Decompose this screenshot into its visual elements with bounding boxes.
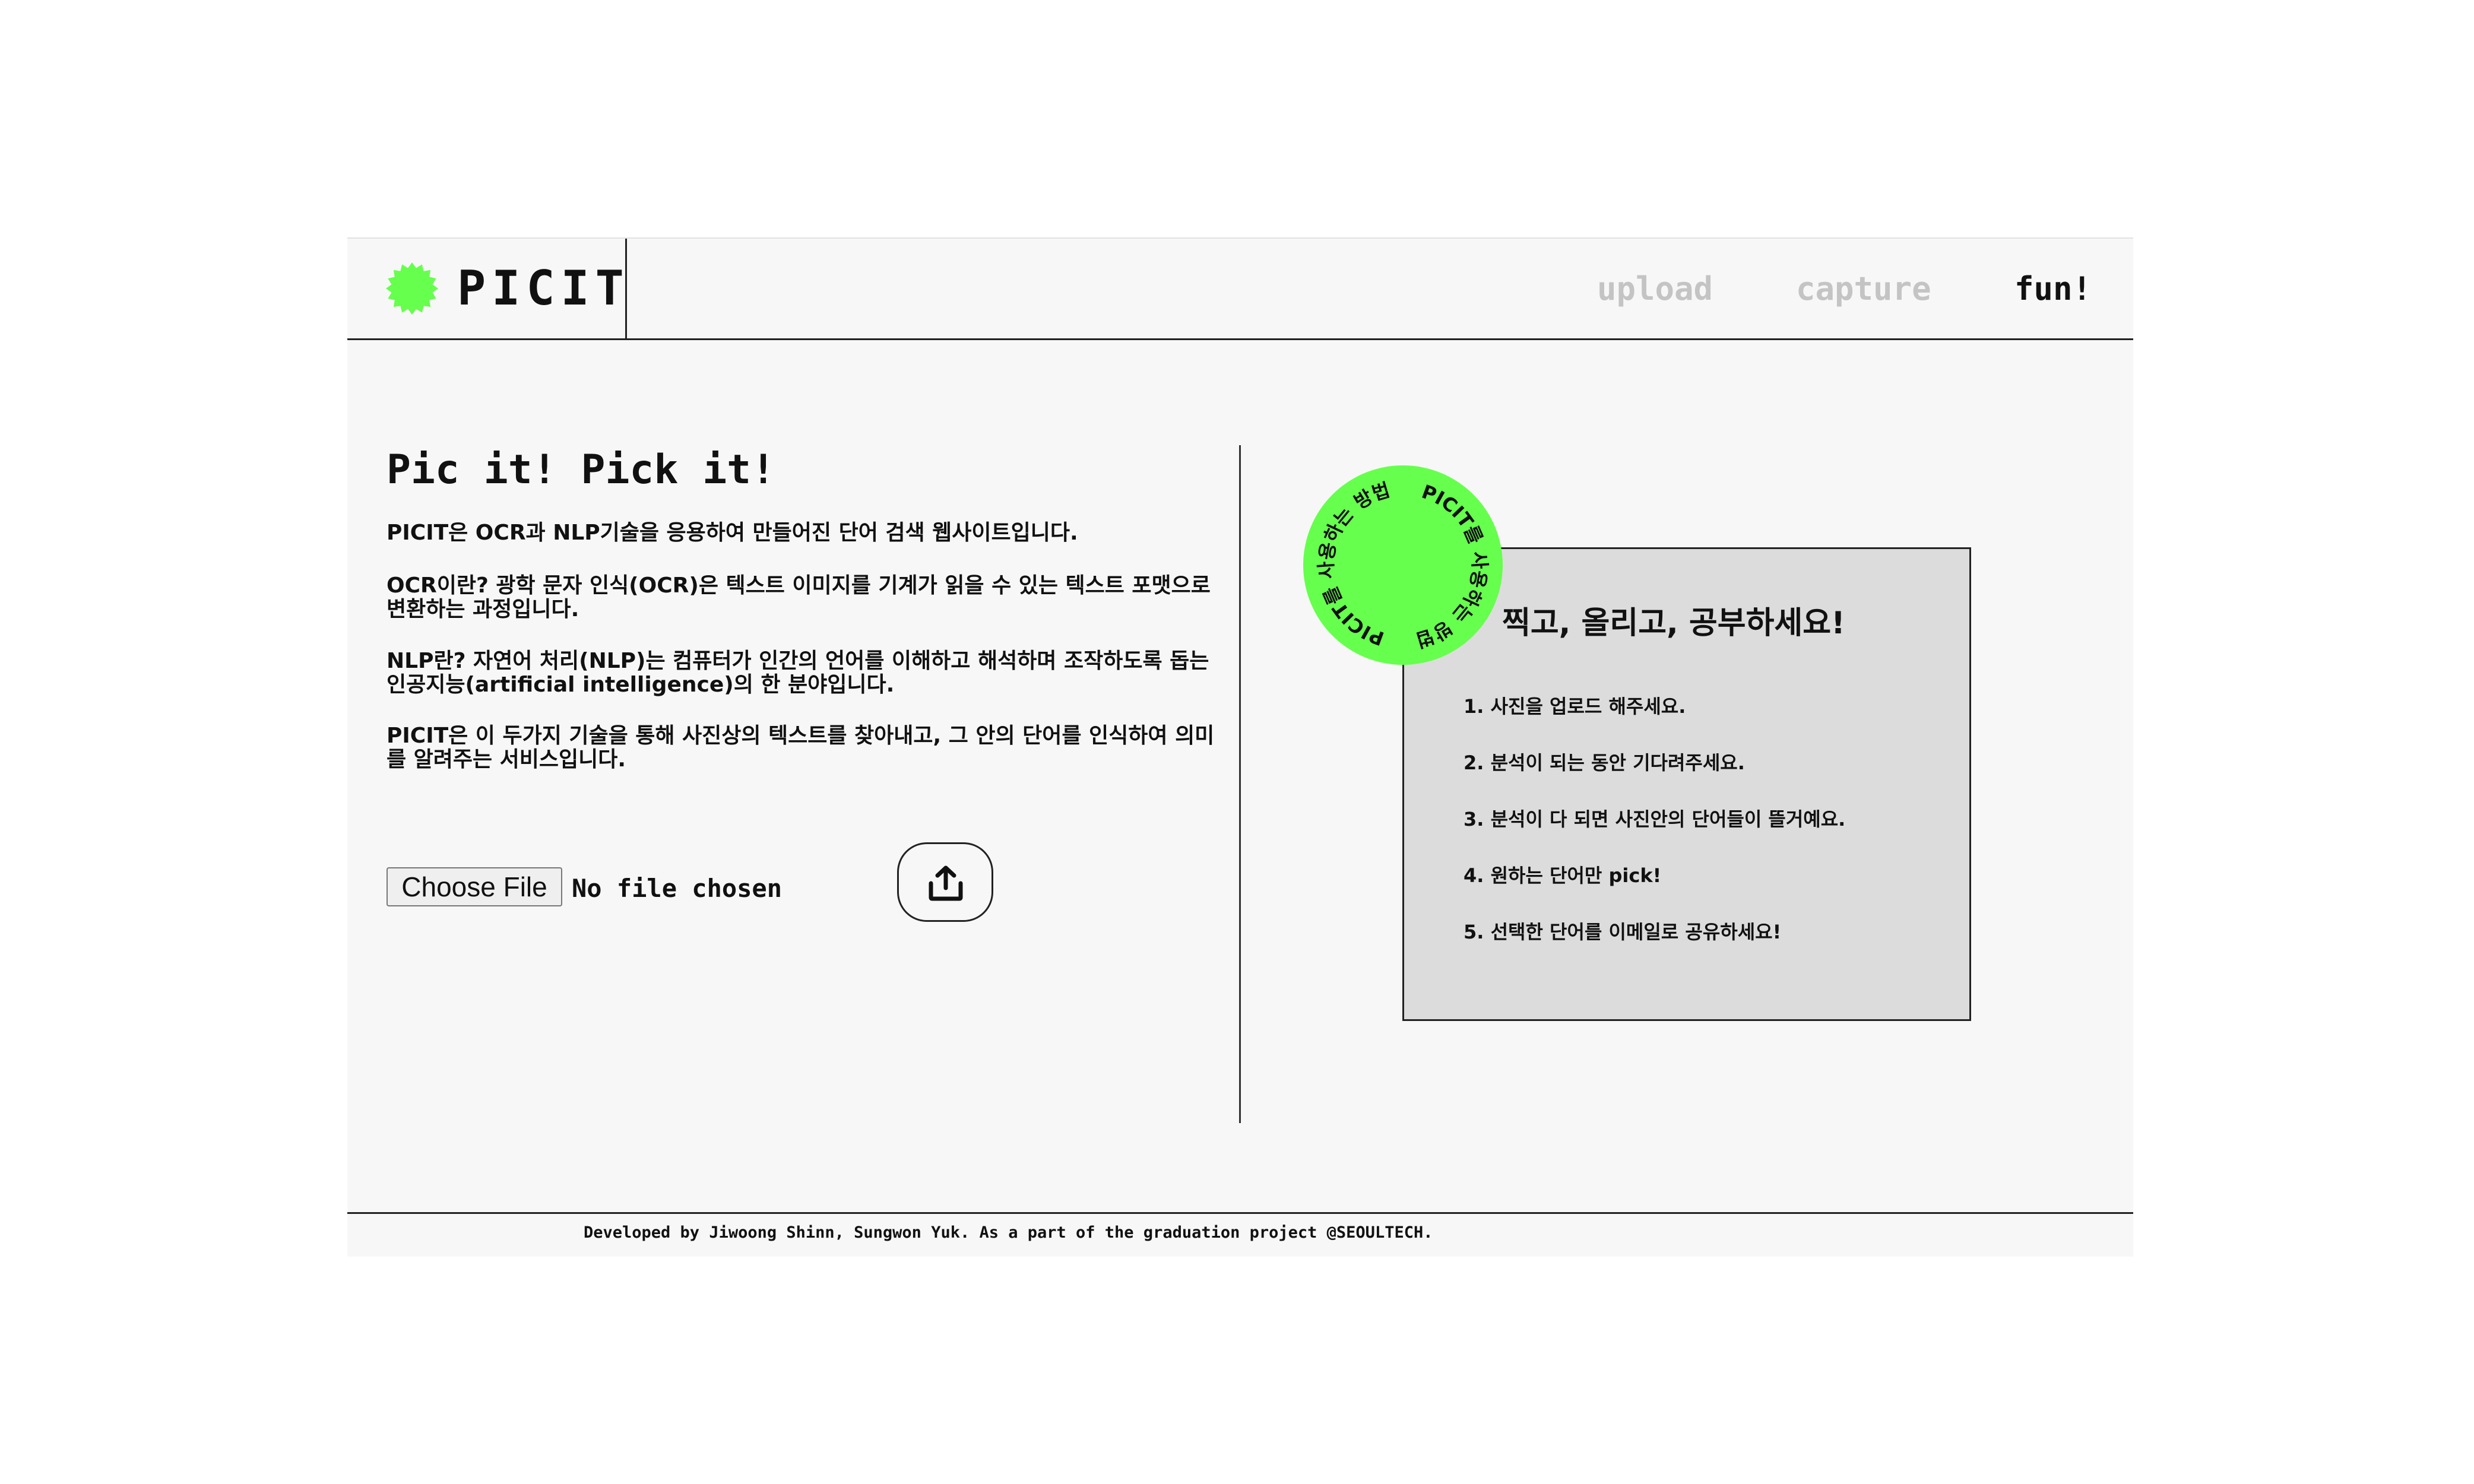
nlp-paragraph: NLP란? 자연어 처리(NLP)는 컴퓨터가 인간의 언어를 이해하고 해석하…: [387, 649, 1209, 697]
card-title: 찍고, 올리고, 공부하세요!: [1502, 605, 1845, 641]
list-item: 5. 선택한 단어를 이메일로 공유하세요!: [1464, 921, 1782, 943]
nav-upload[interactable]: upload: [1597, 268, 1713, 310]
page-title: Pic it! Pick it!: [387, 446, 776, 493]
footer: Developed by Jiwoong Shinn, Sungwon Yuk.…: [347, 1212, 2133, 1258]
logo[interactable]: PICIT: [347, 239, 627, 338]
brand-name: PICIT: [457, 261, 630, 316]
file-status: No file chosen: [572, 874, 783, 903]
list-item: 4. 원하는 단어만 pick!: [1464, 864, 1662, 887]
intro-paragraph: PICIT은 OCR과 NLP기술을 응용하여 만들어진 단어 검색 웹사이트입…: [387, 521, 1078, 545]
page-frame: PICIT upload capture fun! Pic it! Pick i…: [347, 237, 2133, 1257]
ocr-paragraph: OCR이란? 광학 문자 인식(OCR)은 텍스트 이미지를 기계가 읽을 수 …: [387, 573, 1211, 621]
how-to-badge: PICIT를 사용하는 방법 PICIT를 사용하는 방법: [1303, 465, 1503, 665]
list-item: 2. 분석이 되는 동안 기다려주세요.: [1464, 751, 1745, 774]
upload-icon: [929, 865, 963, 901]
starburst-logo-icon: [386, 262, 438, 315]
nav-fun[interactable]: fun!: [2014, 268, 2092, 310]
choose-file-button[interactable]: Choose File: [387, 867, 562, 906]
footer-credit: Developed by Jiwoong Shinn, Sungwon Yuk.…: [584, 1223, 1433, 1242]
upload-button[interactable]: [897, 842, 993, 922]
header: PICIT upload capture fun!: [347, 239, 2133, 340]
column-divider: [1239, 445, 1241, 1123]
nav-capture[interactable]: capture: [1796, 268, 1931, 310]
service-paragraph: PICIT은 이 두가지 기술을 통해 사진상의 텍스트를 찾아내고, 그 안의…: [387, 724, 1215, 772]
list-item: 1. 사진을 업로드 해주세요.: [1464, 695, 1686, 718]
steps-list: 1. 사진을 업로드 해주세요. 2. 분석이 되는 동안 기다려주세요. 3.…: [1464, 695, 1845, 976]
list-item: 3. 분석이 다 되면 사진안의 단어들이 뜰거예요.: [1464, 808, 1846, 830]
